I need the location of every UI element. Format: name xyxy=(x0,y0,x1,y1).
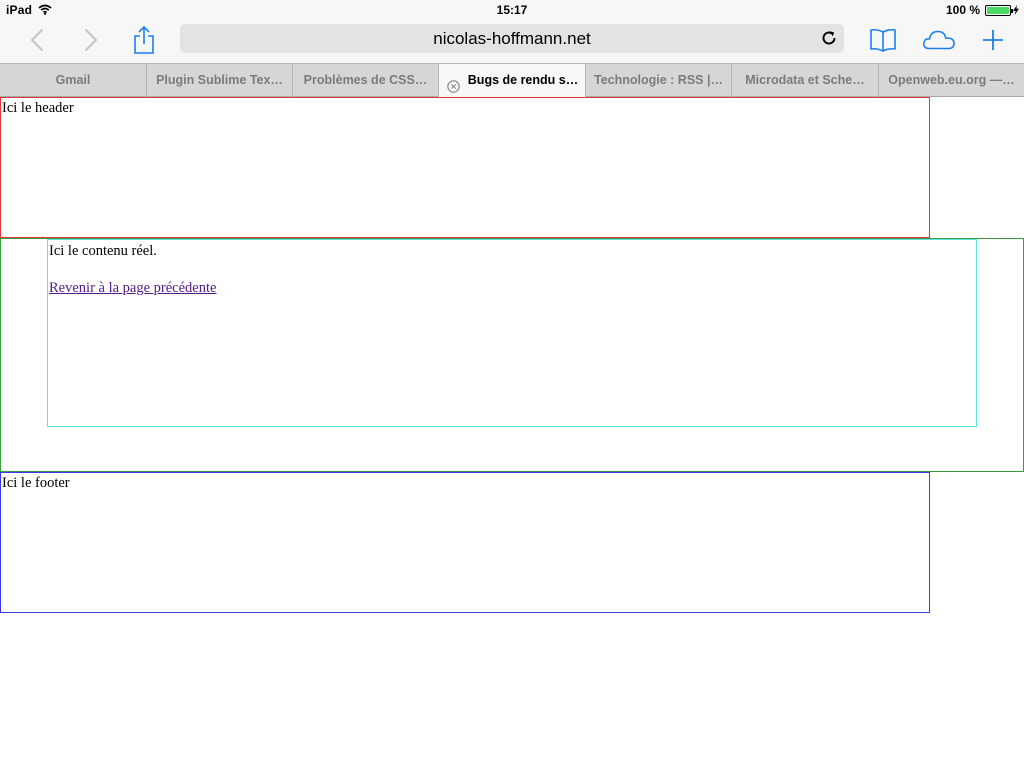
tab-label: Plugin Sublime Tex… xyxy=(156,73,283,87)
back-link[interactable]: Revenir à la page précédente xyxy=(49,280,216,297)
back-icon[interactable] xyxy=(20,23,54,57)
close-tab-icon[interactable] xyxy=(447,73,460,93)
tab-plugin-sublime[interactable]: Plugin Sublime Tex… xyxy=(147,64,293,97)
tab-label: Openweb.eu.org —… xyxy=(888,73,1015,87)
tab-label: Gmail xyxy=(55,73,91,87)
icloud-tabs-icon[interactable] xyxy=(922,23,956,57)
battery-icon xyxy=(985,5,1013,16)
page-content-box: Ici le contenu réel. Revenir à la page p… xyxy=(47,239,977,427)
forward-icon[interactable] xyxy=(74,23,108,57)
share-icon[interactable] xyxy=(127,23,161,57)
tab-label: Bugs de rendu s… xyxy=(467,73,579,87)
tab-bugs-de-rendu[interactable]: Bugs de rendu s… xyxy=(439,64,586,98)
bookmarks-icon[interactable] xyxy=(866,23,900,57)
reload-icon[interactable] xyxy=(820,29,838,47)
header-text: Ici le header xyxy=(2,100,74,116)
tab-microdata[interactable]: Microdata et Sche… xyxy=(732,64,879,97)
status-bar: iPad 15:17 100 % xyxy=(0,0,1024,20)
charging-icon xyxy=(1013,4,1019,18)
footer-text: Ici le footer xyxy=(2,475,70,491)
tab-label: Microdata et Sche… xyxy=(745,73,865,87)
address-bar[interactable]: nicolas-hoffmann.net xyxy=(180,24,844,53)
content-text: Ici le contenu réel. xyxy=(49,243,157,259)
tab-gmail[interactable]: Gmail xyxy=(0,64,147,97)
battery-percentage: 100 % xyxy=(945,3,980,17)
tab-bar: Gmail Plugin Sublime Tex… Problèmes de C… xyxy=(0,63,1024,98)
url-text: nicolas-hoffmann.net xyxy=(433,29,591,48)
tab-openweb[interactable]: Openweb.eu.org —… xyxy=(879,64,1024,97)
browser-toolbar: nicolas-hoffmann.net xyxy=(0,20,1024,63)
tab-label: Problèmes de CSS… xyxy=(303,73,428,87)
clock: 15:17 xyxy=(496,3,528,17)
page-footer-box: Ici le footer xyxy=(0,472,930,613)
tab-label: Technologie : RSS |… xyxy=(594,73,723,87)
battery-level-fill xyxy=(987,7,1009,14)
page-header-box: Ici le header xyxy=(0,97,930,238)
new-tab-icon[interactable] xyxy=(976,23,1010,57)
web-page-content: Ici le header Ici le contenu réel. Reven… xyxy=(0,97,1024,768)
tab-technologie-rss[interactable]: Technologie : RSS |… xyxy=(586,64,732,97)
tab-problemes-css[interactable]: Problèmes de CSS… xyxy=(293,64,439,97)
